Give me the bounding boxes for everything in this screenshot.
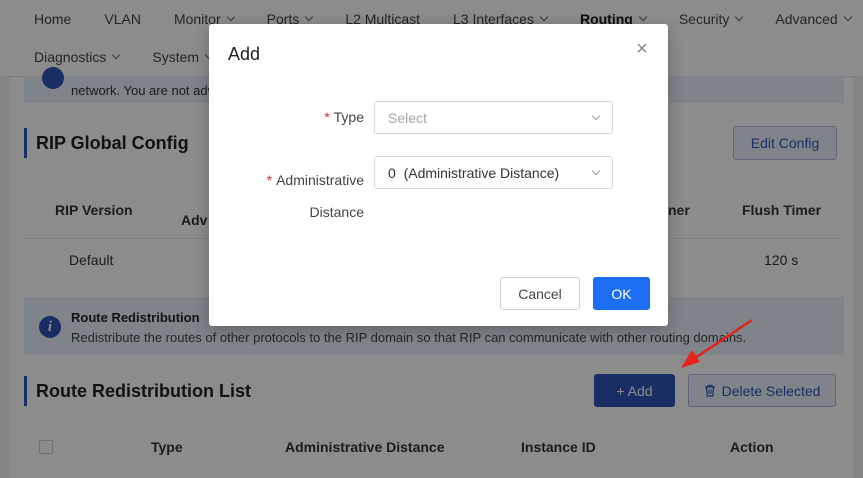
ok-button[interactable]: OK [593,277,650,310]
type-select[interactable]: Select [374,101,613,134]
dialog-title: Add [228,44,261,64]
required-mark: * [324,109,330,125]
distance-select-value: 0 (Administrative Distance) [388,165,560,181]
chevron-down-icon [591,166,601,176]
distance-select[interactable]: 0 (Administrative Distance) [374,156,613,189]
type-label: * Type [324,109,364,125]
required-mark: * [266,172,273,188]
close-icon[interactable]: × [633,39,651,59]
add-dialog: Add × * Type Select * Administrative Dista… [209,24,668,326]
distance-label: * Administrative Distance [266,172,364,220]
cancel-button[interactable]: Cancel [500,277,580,310]
chevron-down-icon [591,111,601,121]
type-select-placeholder: Select [388,110,427,126]
